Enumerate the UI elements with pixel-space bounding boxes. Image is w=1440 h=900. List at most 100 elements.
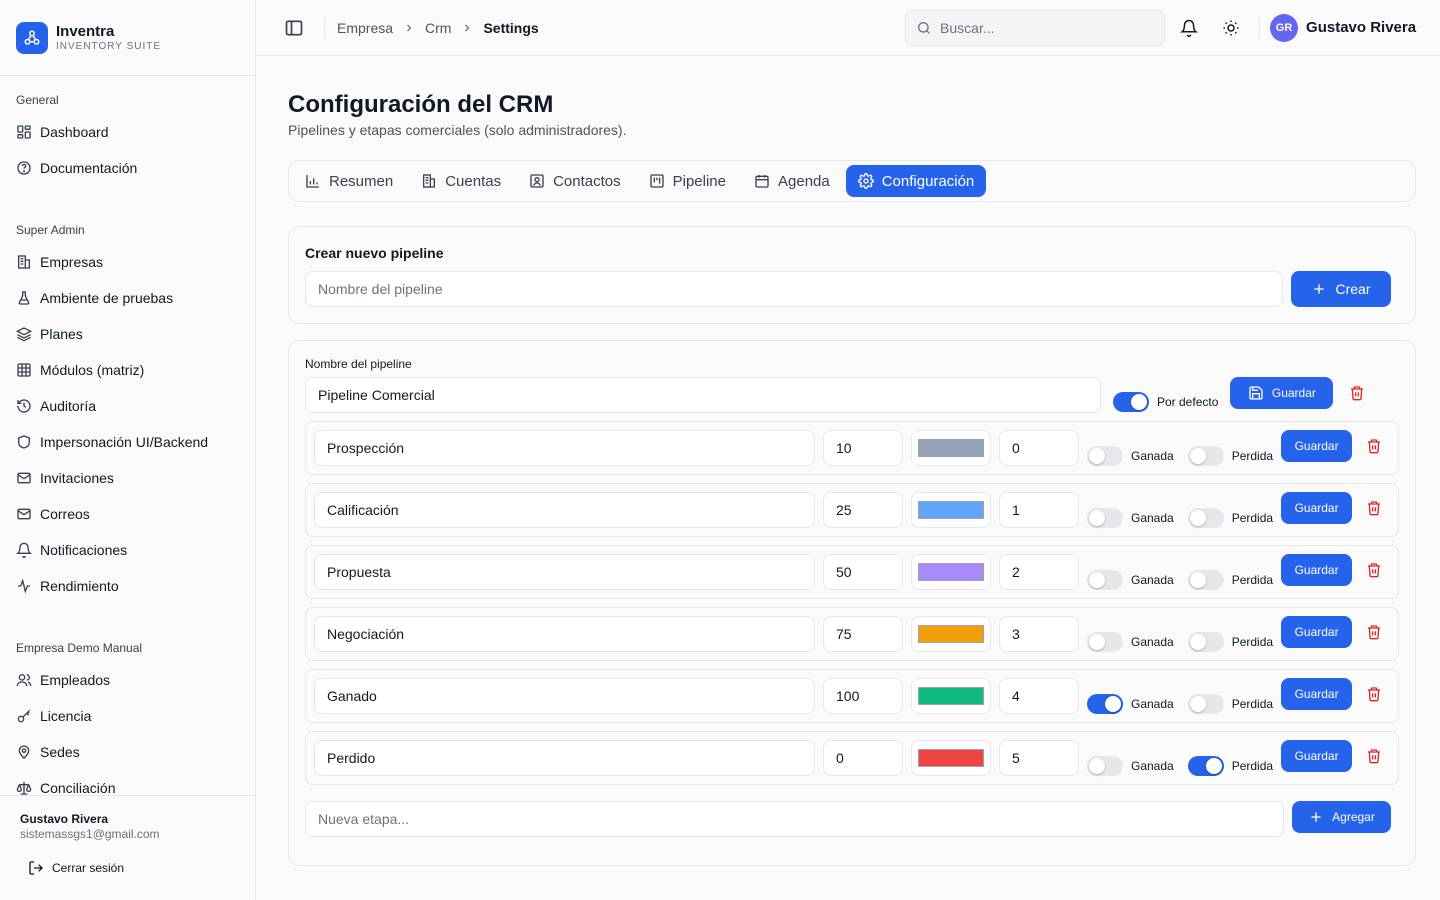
stage-name-input[interactable]	[314, 616, 815, 652]
new-pipeline-name-input[interactable]	[305, 271, 1283, 307]
tab-cuentas[interactable]: Cuentas	[409, 165, 513, 197]
sidebar-item-label: Conciliación	[40, 780, 116, 796]
stage-delete-button[interactable]	[1358, 616, 1390, 648]
stage-order-input[interactable]	[999, 430, 1079, 466]
avatar[interactable]: GR	[1270, 13, 1299, 42]
stage-lost-switch[interactable]	[1187, 694, 1224, 714]
sidebar-item-auditoria[interactable]: Auditoría	[8, 388, 247, 424]
notifications-button[interactable]	[1171, 10, 1207, 46]
sidebar-item-empresas[interactable]: Empresas	[8, 244, 247, 280]
breadcrumb-item-crm[interactable]: Crm	[425, 20, 451, 36]
theme-toggle-button[interactable]	[1213, 10, 1249, 46]
stage-delete-button[interactable]	[1358, 554, 1390, 586]
sidebar-item-planes[interactable]: Planes	[8, 316, 247, 352]
stage-save-button[interactable]: Guardar	[1281, 678, 1353, 710]
layout-grid-icon	[16, 124, 32, 140]
trash-icon	[1349, 385, 1365, 401]
stage-lost-switch[interactable]	[1187, 508, 1224, 528]
search-box[interactable]	[905, 9, 1166, 46]
sidebar-item-correos[interactable]: Correos	[8, 496, 247, 532]
stage-order-input[interactable]	[999, 616, 1079, 652]
stage-order-input[interactable]	[999, 678, 1079, 714]
tab-agenda[interactable]: Agenda	[742, 165, 842, 197]
stage-lost-switch[interactable]	[1187, 446, 1224, 466]
scale-icon	[16, 780, 32, 796]
logout-button[interactable]: Cerrar sesión	[20, 860, 235, 876]
stage-save-button[interactable]: Guardar	[1281, 740, 1353, 772]
stage-lost-switch[interactable]	[1187, 570, 1224, 590]
stage-won-switch[interactable]	[1087, 632, 1123, 652]
sidebar-item-invitaciones[interactable]: Invitaciones	[8, 460, 247, 496]
sidebar-item-licencia[interactable]: Licencia	[8, 698, 247, 734]
stage-lost-switch[interactable]	[1187, 632, 1224, 652]
main-area: Empresa Crm Settings GR Gusta	[256, 0, 1440, 900]
breadcrumb-item-empresa[interactable]: Empresa	[337, 20, 393, 36]
stage-name-input[interactable]	[314, 430, 815, 466]
sidebar-item-modulos[interactable]: Módulos (matriz)	[8, 352, 247, 388]
stage-order-input[interactable]	[999, 740, 1079, 776]
stage-lost-switch[interactable]	[1187, 756, 1224, 776]
stage-color-picker[interactable]	[911, 430, 991, 466]
sidebar-item-documentacion[interactable]: Documentación	[8, 150, 247, 186]
new-stage-input[interactable]	[305, 801, 1284, 837]
stage-probability-input[interactable]	[823, 678, 903, 714]
sidebar-item-empleados[interactable]: Empleados	[8, 662, 247, 698]
stage-save-button[interactable]: Guardar	[1281, 430, 1353, 462]
topbar-user-name[interactable]: Gustavo Rivera	[1306, 19, 1416, 36]
stage-save-label: Guardar	[1294, 687, 1339, 701]
sidebar-toggle-icon[interactable]	[284, 18, 304, 38]
default-pipeline-switch[interactable]	[1113, 392, 1149, 412]
delete-pipeline-button[interactable]	[1341, 377, 1373, 409]
stage-color-picker[interactable]	[911, 616, 991, 652]
sidebar-item-sedes[interactable]: Sedes	[8, 734, 247, 770]
stage-won-switch[interactable]	[1087, 756, 1123, 776]
stage-name-input[interactable]	[314, 678, 815, 714]
sidebar-item-label: Correos	[40, 506, 90, 522]
tab-configuracion[interactable]: Configuración	[845, 165, 987, 197]
stage-color-picker[interactable]	[911, 678, 991, 714]
stage-color-picker[interactable]	[911, 554, 991, 590]
tab-pipeline[interactable]: Pipeline	[637, 165, 738, 197]
stage-delete-button[interactable]	[1358, 678, 1390, 710]
stage-won-switch[interactable]	[1087, 694, 1123, 714]
stage-save-button[interactable]: Guardar	[1281, 616, 1353, 648]
flask-icon	[16, 290, 32, 306]
sidebar-item-impersonacion[interactable]: Impersonación UI/Backend	[8, 424, 247, 460]
save-pipeline-button[interactable]: Guardar	[1230, 377, 1334, 409]
stage-order-input[interactable]	[999, 492, 1079, 528]
stage-save-button[interactable]: Guardar	[1281, 554, 1353, 586]
stage-probability-input[interactable]	[823, 430, 903, 466]
stage-row: Ganada Perdida Guardar	[305, 545, 1400, 599]
stage-won-switch[interactable]	[1087, 508, 1123, 528]
key-icon	[16, 708, 32, 724]
stage-delete-button[interactable]	[1358, 740, 1390, 772]
stage-name-input[interactable]	[314, 554, 815, 590]
sidebar-item-label: Empresas	[40, 254, 104, 270]
sidebar-item-rendimiento[interactable]: Rendimiento	[8, 568, 247, 604]
add-stage-button[interactable]: Agregar	[1292, 801, 1391, 833]
stage-probability-input[interactable]	[823, 554, 903, 590]
stage-won-switch[interactable]	[1087, 570, 1123, 590]
stage-probability-input[interactable]	[823, 492, 903, 528]
search-input[interactable]	[940, 19, 1141, 36]
create-pipeline-button[interactable]: Crear	[1291, 271, 1391, 307]
sidebar-item-notificaciones[interactable]: Notificaciones	[8, 532, 247, 568]
stage-order-input[interactable]	[999, 554, 1079, 590]
sidebar-item-ambiente-pruebas[interactable]: Ambiente de pruebas	[8, 280, 247, 316]
sidebar-item-dashboard[interactable]: Dashboard	[8, 114, 247, 150]
stage-delete-button[interactable]	[1358, 430, 1390, 462]
brand[interactable]: Inventra INVENTORY SUITE	[0, 0, 255, 76]
stage-color-picker[interactable]	[911, 492, 991, 528]
plus-icon	[1308, 809, 1324, 825]
stage-name-input[interactable]	[314, 740, 815, 776]
stage-name-input[interactable]	[314, 492, 815, 528]
tab-contactos[interactable]: Contactos	[517, 165, 633, 197]
pipeline-name-input[interactable]	[305, 377, 1101, 413]
stage-won-switch[interactable]	[1087, 446, 1123, 466]
stage-delete-button[interactable]	[1358, 492, 1390, 524]
stage-color-picker[interactable]	[911, 740, 991, 776]
stage-probability-input[interactable]	[823, 616, 903, 652]
stage-save-button[interactable]: Guardar	[1281, 492, 1353, 524]
stage-probability-input[interactable]	[823, 740, 903, 776]
tab-resumen[interactable]: Resumen	[293, 165, 405, 197]
